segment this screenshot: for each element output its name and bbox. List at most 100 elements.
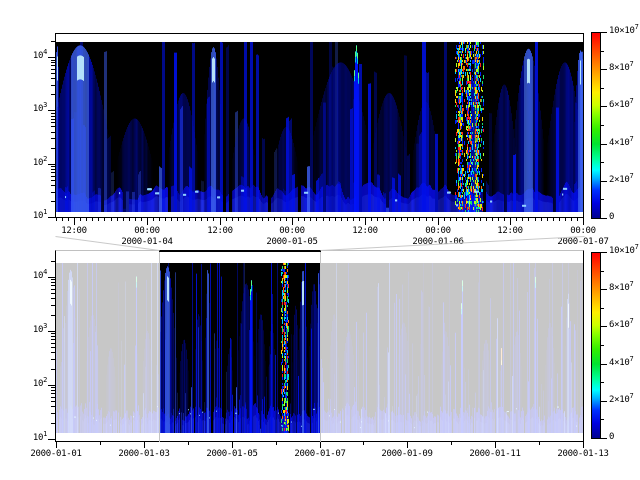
tick-mark <box>601 419 604 420</box>
tick-mark <box>51 113 55 114</box>
date-tick-label: 2000-01-07 <box>557 237 608 247</box>
tick-mark <box>226 218 227 221</box>
detail-spectrogram-canvas[interactable] <box>56 42 583 212</box>
tick-mark <box>377 218 378 221</box>
tick-mark <box>62 218 63 221</box>
colorbar-tick-label: 4×107 <box>609 359 633 368</box>
tick-mark <box>51 289 55 290</box>
tick-mark <box>144 442 145 448</box>
tick-mark <box>601 364 607 365</box>
tick-mark <box>141 218 142 221</box>
colorbar-tick-label: 10×107 <box>609 247 639 256</box>
tick-mark <box>407 218 408 221</box>
tick-mark <box>601 289 607 290</box>
tick-mark <box>480 218 481 221</box>
tick-mark <box>51 201 55 202</box>
tick-mark <box>51 352 55 353</box>
colorbar-tick-label: 0 <box>609 433 614 442</box>
tick-mark <box>426 218 427 221</box>
tick-mark <box>51 359 55 360</box>
date-tick-label: 2000-01-11 <box>469 449 520 459</box>
tick-mark <box>48 439 55 440</box>
tick-mark <box>171 218 172 221</box>
tick-mark <box>51 41 55 42</box>
tick-mark <box>51 315 55 316</box>
tick-mark <box>51 406 55 407</box>
tick-mark <box>51 85 55 86</box>
tick-mark <box>56 442 57 448</box>
tick-mark <box>117 218 118 221</box>
tick-mark <box>444 218 445 221</box>
tick-mark <box>250 218 251 221</box>
tick-mark <box>335 218 336 221</box>
date-tick-label: 2000-01-05 <box>206 449 257 459</box>
tick-mark <box>359 218 360 221</box>
tick-mark <box>51 343 55 344</box>
date-tick-label: 2000-01-01 <box>30 449 81 459</box>
tick-mark <box>495 442 496 448</box>
tick-mark <box>51 176 55 177</box>
tick-mark <box>51 413 55 414</box>
tick-mark <box>86 218 87 221</box>
tick-mark <box>601 125 604 126</box>
tick-mark <box>383 218 384 221</box>
time-tick-label: 00:00 <box>279 226 305 236</box>
tick-mark <box>195 218 196 221</box>
tick-mark <box>51 282 55 283</box>
tick-mark <box>456 218 457 221</box>
tick-mark <box>276 442 277 445</box>
tick-mark <box>51 393 55 394</box>
date-tick-label: 2000-01-03 <box>118 449 169 459</box>
tick-mark <box>51 138 55 139</box>
tick-mark <box>583 218 584 225</box>
tick-mark <box>135 218 136 221</box>
tick-mark <box>80 218 81 221</box>
tick-mark <box>51 261 55 262</box>
tick-mark <box>51 192 55 193</box>
tick-mark <box>316 218 317 221</box>
tick-mark <box>407 442 408 448</box>
y-tick-label: 102 <box>13 380 47 389</box>
time-tick-label: 12:00 <box>207 226 233 236</box>
tick-mark <box>320 442 321 448</box>
time-tick-label: 00:00 <box>425 226 451 236</box>
colorbar-tick-label: 2×107 <box>609 396 633 405</box>
tick-mark <box>51 333 55 334</box>
tick-mark <box>51 387 55 388</box>
tick-mark <box>535 218 536 221</box>
tick-mark <box>363 442 364 445</box>
tick-mark <box>438 218 439 225</box>
tick-mark <box>389 218 390 221</box>
tick-mark <box>522 218 523 221</box>
tick-mark <box>298 218 299 221</box>
tick-mark <box>51 116 55 117</box>
colorbar-tick-label: 4×107 <box>609 139 633 148</box>
tick-mark <box>48 217 55 218</box>
tick-mark <box>48 331 55 332</box>
tick-mark <box>244 218 245 221</box>
tick-mark <box>565 218 566 221</box>
tick-mark <box>268 218 269 221</box>
colorbar-tick-label: 10×107 <box>609 27 639 36</box>
zoom-region-box[interactable] <box>159 250 321 442</box>
tick-mark <box>51 347 55 348</box>
tick-mark <box>147 218 148 225</box>
tick-mark <box>462 218 463 221</box>
tick-mark <box>51 148 55 149</box>
zoom-region-top-edge <box>159 250 321 252</box>
tick-mark <box>177 218 178 221</box>
tick-mark <box>547 218 548 221</box>
tick-mark <box>51 339 55 340</box>
y-tick-label: 102 <box>13 159 47 168</box>
tick-mark <box>292 218 293 225</box>
tick-mark <box>100 442 101 445</box>
date-tick-label: 2000-01-04 <box>121 237 172 247</box>
tick-mark <box>51 65 55 66</box>
linked-spectrogram-figure: 10110210310412:0000:002000-01-0412:0000:… <box>0 0 640 480</box>
tick-mark <box>51 390 55 391</box>
tick-mark <box>51 423 55 424</box>
tick-mark <box>601 51 604 52</box>
tick-mark <box>51 285 55 286</box>
time-tick-label: 00:00 <box>134 226 160 236</box>
tick-mark <box>541 218 542 221</box>
